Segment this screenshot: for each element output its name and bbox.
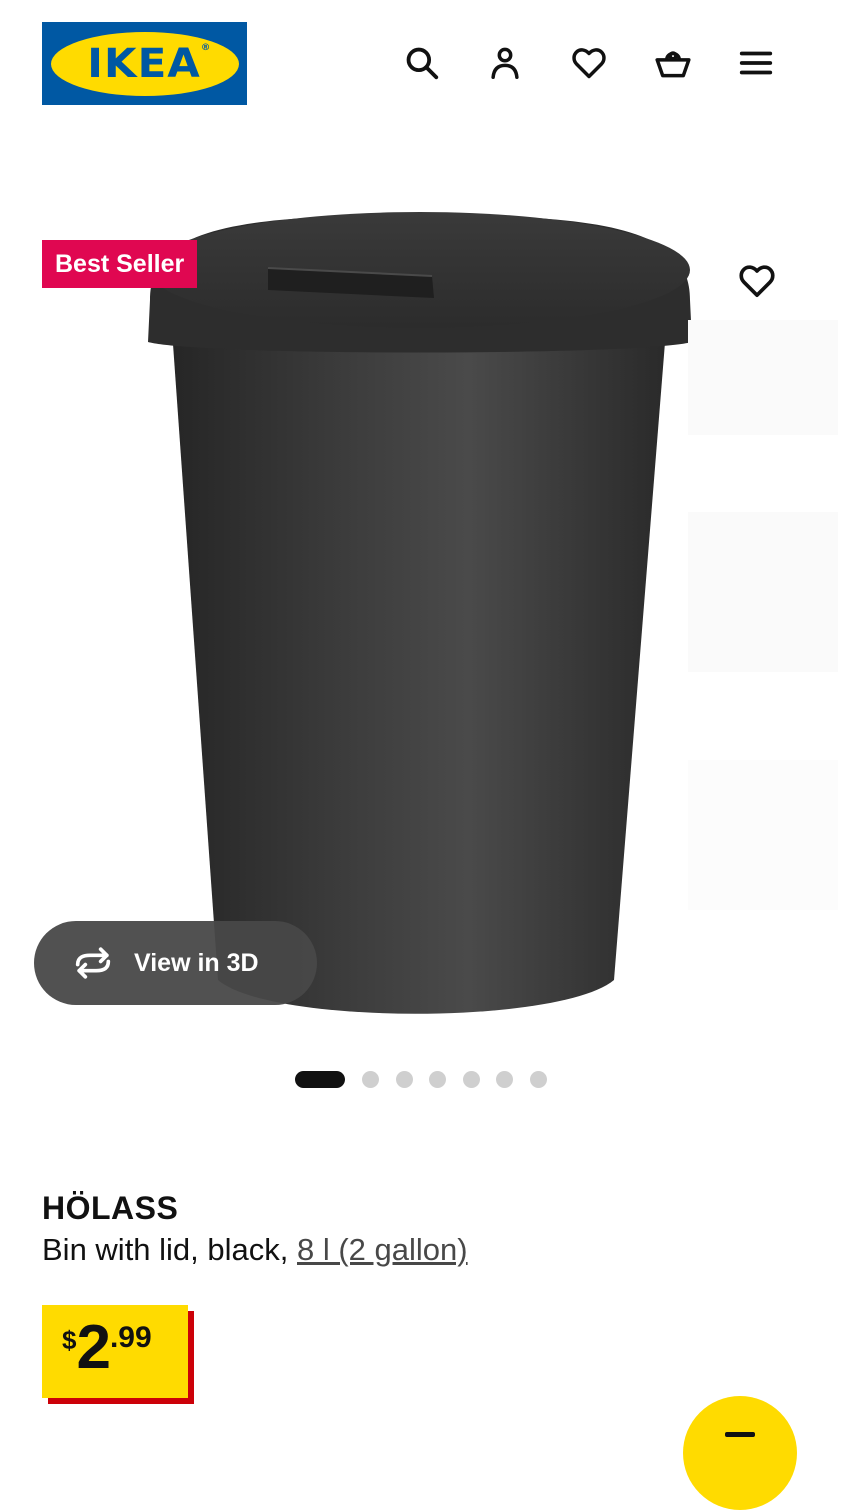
floating-action-button[interactable] — [683, 1396, 797, 1510]
ghost-thumb — [688, 320, 838, 435]
carousel-dot[interactable] — [395, 1071, 413, 1088]
carousel-dot-active[interactable] — [295, 1071, 345, 1088]
carousel-dot[interactable] — [362, 1071, 379, 1088]
menu-icon[interactable] — [733, 40, 779, 86]
search-icon[interactable] — [399, 40, 445, 86]
product-image[interactable] — [0, 160, 841, 1040]
view-in-3d-button[interactable]: View in 3D — [34, 921, 317, 1005]
carousel-dot[interactable] — [496, 1071, 513, 1088]
logo-oval: IKEA ® — [50, 31, 239, 96]
product-description: Bin with lid, black, 8 l (2 gallon) — [42, 1232, 468, 1268]
logo-text: IKEA ® — [87, 40, 212, 87]
product-name: HÖLASS — [42, 1190, 179, 1226]
product-size-link[interactable]: 8 l (2 gallon) — [297, 1232, 468, 1267]
price-currency: $ — [62, 1325, 77, 1355]
carousel-dot[interactable] — [462, 1071, 480, 1088]
carousel-indicator — [295, 1071, 563, 1088]
carousel-dot[interactable] — [529, 1071, 547, 1088]
ghost-thumb — [688, 760, 838, 910]
fab-icon — [725, 1432, 755, 1437]
view-in-3d-label: View in 3D — [134, 948, 259, 977]
carousel-dot[interactable] — [429, 1071, 446, 1088]
rotate-3d-icon — [75, 947, 111, 979]
account-icon[interactable] — [482, 40, 528, 86]
save-to-favourites-heart-icon[interactable] — [734, 258, 780, 304]
logo-registered-mark: ® — [201, 42, 212, 53]
ikea-logo[interactable]: IKEA ® — [42, 22, 247, 105]
price: $ 2 .99 — [42, 1305, 188, 1398]
product-description-text: Bin with lid, black, — [42, 1232, 297, 1267]
price-integer: 2 — [76, 1313, 110, 1382]
price-decimal: .99 — [109, 1321, 152, 1354]
ghost-thumb — [688, 512, 838, 672]
wishlist-heart-icon[interactable] — [566, 40, 612, 86]
best-seller-badge: Best Seller — [42, 240, 198, 288]
basket-icon[interactable] — [650, 40, 696, 86]
